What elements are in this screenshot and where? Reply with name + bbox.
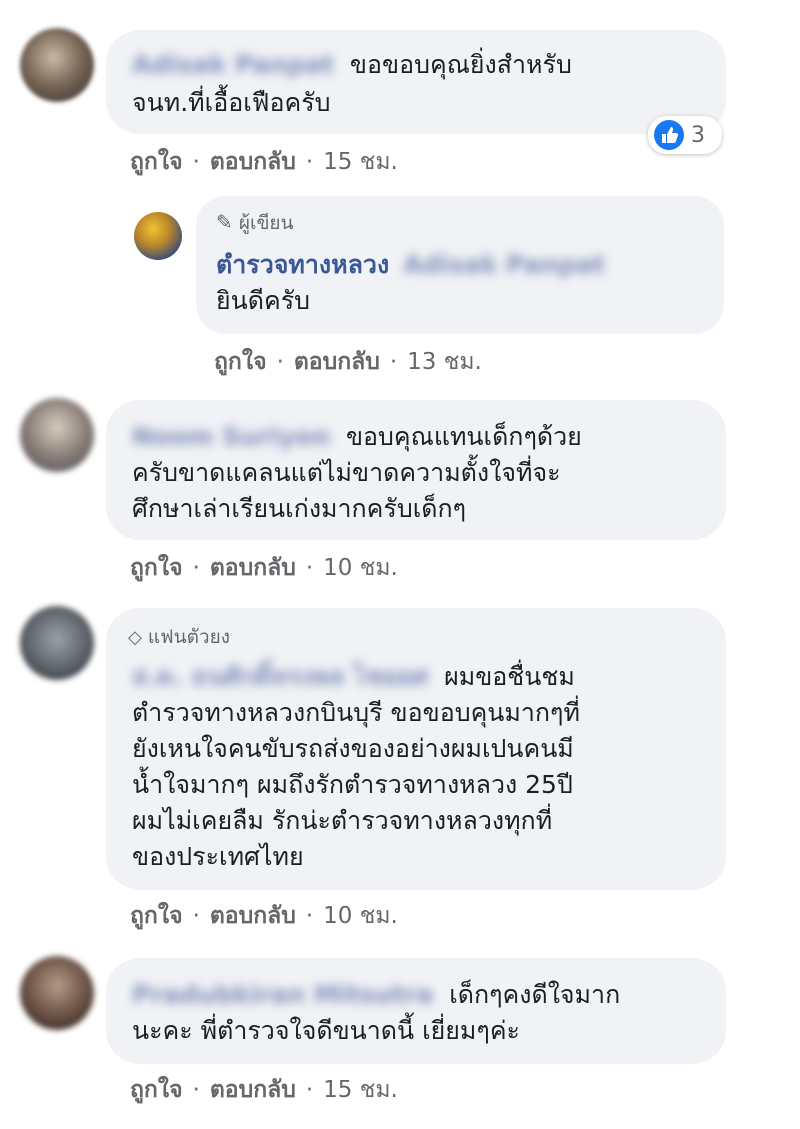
- reply-link[interactable]: ตอบกลับ: [210, 903, 296, 929]
- timestamp[interactable]: 10 ชม.: [323, 555, 398, 581]
- comment-line: ตำรวจทางหลวงกบินบุรี ขอขอบคุนมากๆที่: [132, 698, 580, 727]
- avatar[interactable]: [20, 398, 94, 472]
- comment-text: เด็กๆคงดีใจมาก: [449, 980, 621, 1009]
- comment-actions: ถูกใจ · ตอบกลับ · 13 ชม.: [214, 344, 482, 380]
- like-link[interactable]: ถูกใจ: [130, 149, 183, 175]
- like-icon: [654, 120, 684, 150]
- comment-bubble: Pradubkiran Mitsutra เด็กๆคงดีใจมาก นะคะ…: [106, 958, 726, 1064]
- reply-link[interactable]: ตอบกลับ: [210, 149, 296, 175]
- reply-link[interactable]: ตอบกลับ: [210, 1077, 296, 1103]
- comment-actions: ถูกใจ · ตอบกลับ · 15 ชม.: [130, 1072, 398, 1108]
- comment-text: ขอขอบคุณยิ่งสำหรับ: [349, 50, 572, 79]
- comment-author[interactable]: Pradubkiran Mitsutra: [132, 978, 433, 1012]
- timestamp[interactable]: 10 ชม.: [323, 903, 398, 929]
- comment-actions: ถูกใจ · ตอบกลับ · 10 ชม.: [130, 550, 398, 586]
- diamond-icon: ◇: [128, 627, 142, 648]
- like-link[interactable]: ถูกใจ: [214, 349, 267, 375]
- comment-line: น้ำใจมากๆ ผมถึงรักตำรวจทางหลวง 25ปี: [132, 770, 573, 799]
- comment-line: Pradubkiran Mitsutra เด็กๆคงดีใจมาก: [132, 978, 620, 1012]
- like-link[interactable]: ถูกใจ: [130, 1077, 183, 1103]
- comment-bubble: Adisak Panpat ขอขอบคุณยิ่งสำหรับ จนท.ที่…: [106, 30, 726, 134]
- comment-line: จนท.ที่เอื้อเฟือครับ: [132, 88, 331, 117]
- comment-text: ผมขอชื่นชม: [444, 662, 575, 691]
- comment-line: ยังเหนใจคนขับรถส่งของอย่างผมเปนคนมี: [132, 734, 574, 763]
- timestamp[interactable]: 15 ชม.: [323, 149, 398, 175]
- separator: ·: [305, 1077, 314, 1103]
- reaction-count: 3: [691, 122, 705, 148]
- comment-text: ยินดีครับ: [216, 286, 310, 315]
- comment-author[interactable]: ตำรวจทางหลวง: [216, 250, 389, 279]
- comment-bubble: ◇ แฟนตัวยง ส.ต. ธนศักดิ์ทรงพล ไชยยศ ผมขอ…: [106, 608, 726, 890]
- separator: ·: [389, 349, 398, 375]
- comment-author[interactable]: Adisak Panpat: [132, 48, 334, 82]
- page-avatar[interactable]: [134, 212, 182, 260]
- like-link[interactable]: ถูกใจ: [130, 555, 183, 581]
- comment-line: นะคะ พี่ตำรวจใจดีขนาดนี้ เยี่ยมๆค่ะ: [132, 1016, 520, 1045]
- badge-label: แฟนตัวยง: [147, 626, 230, 648]
- timestamp[interactable]: 15 ชม.: [323, 1077, 398, 1103]
- comment-line: Noom Suriyon ขอบคุณแทนเด็กๆด้วย: [132, 420, 582, 454]
- timestamp[interactable]: 13 ชม.: [407, 349, 482, 375]
- reply-bubble: ✎ ผู้เขียน ตำรวจทางหลวง Adisak Panpat ยิ…: [196, 196, 724, 334]
- separator: ·: [305, 149, 314, 175]
- avatar[interactable]: [20, 956, 94, 1030]
- comment-line: ตำรวจทางหลวง Adisak Panpat: [216, 248, 605, 282]
- comment-actions: ถูกใจ · ตอบกลับ · 15 ชม.: [130, 144, 398, 180]
- like-link[interactable]: ถูกใจ: [130, 903, 183, 929]
- separator: ·: [192, 555, 200, 581]
- comment-author[interactable]: ส.ต. ธนศักดิ์ทรงพล ไชยยศ: [132, 660, 428, 694]
- separator: ·: [276, 349, 284, 375]
- reply-link[interactable]: ตอบกลับ: [210, 555, 296, 581]
- comment-line: ผมไม่เคยลืม รักน่ะตำรวจทางหลวงทุกที่: [132, 806, 553, 835]
- avatar[interactable]: [20, 28, 94, 102]
- badge-label: ผู้เขียน: [238, 212, 294, 234]
- comment-line: ส.ต. ธนศักดิ์ทรงพล ไชยยศ ผมขอชื่นชม: [132, 660, 575, 694]
- comment-line: Adisak Panpat ขอขอบคุณยิ่งสำหรับ: [132, 48, 572, 82]
- comment-author[interactable]: Noom Suriyon: [132, 420, 330, 454]
- comment-line: ครับขาดแคลนแต่ไม่ขาดความตั้งใจที่จะ: [132, 458, 561, 487]
- comment-actions: ถูกใจ · ตอบกลับ · 10 ชม.: [130, 898, 398, 934]
- separator: ·: [192, 149, 200, 175]
- separator: ·: [305, 555, 314, 581]
- comment-line: ศึกษาเล่าเรียนเก่งมากครับเด็กๆ: [132, 494, 467, 523]
- pencil-icon: ✎: [216, 210, 233, 234]
- comment-text: ขอบคุณแทนเด็กๆด้วย: [345, 422, 582, 451]
- author-badge: ✎ ผู้เขียน: [216, 208, 294, 238]
- separator: ·: [192, 1077, 200, 1103]
- separator: ·: [192, 903, 200, 929]
- comment-line: ของประเทศไทย: [132, 842, 304, 871]
- reaction-summary[interactable]: 3: [648, 116, 722, 154]
- top-fan-badge: ◇ แฟนตัวยง: [128, 622, 230, 652]
- avatar[interactable]: [20, 606, 94, 680]
- previous-comment-fragment: ··· ··· ···: [130, 0, 450, 4]
- comment-bubble: Noom Suriyon ขอบคุณแทนเด็กๆด้วย ครับขาดแ…: [106, 400, 726, 540]
- tagged-user[interactable]: Adisak Panpat: [403, 248, 605, 282]
- reply-link[interactable]: ตอบกลับ: [294, 349, 380, 375]
- separator: ·: [305, 903, 314, 929]
